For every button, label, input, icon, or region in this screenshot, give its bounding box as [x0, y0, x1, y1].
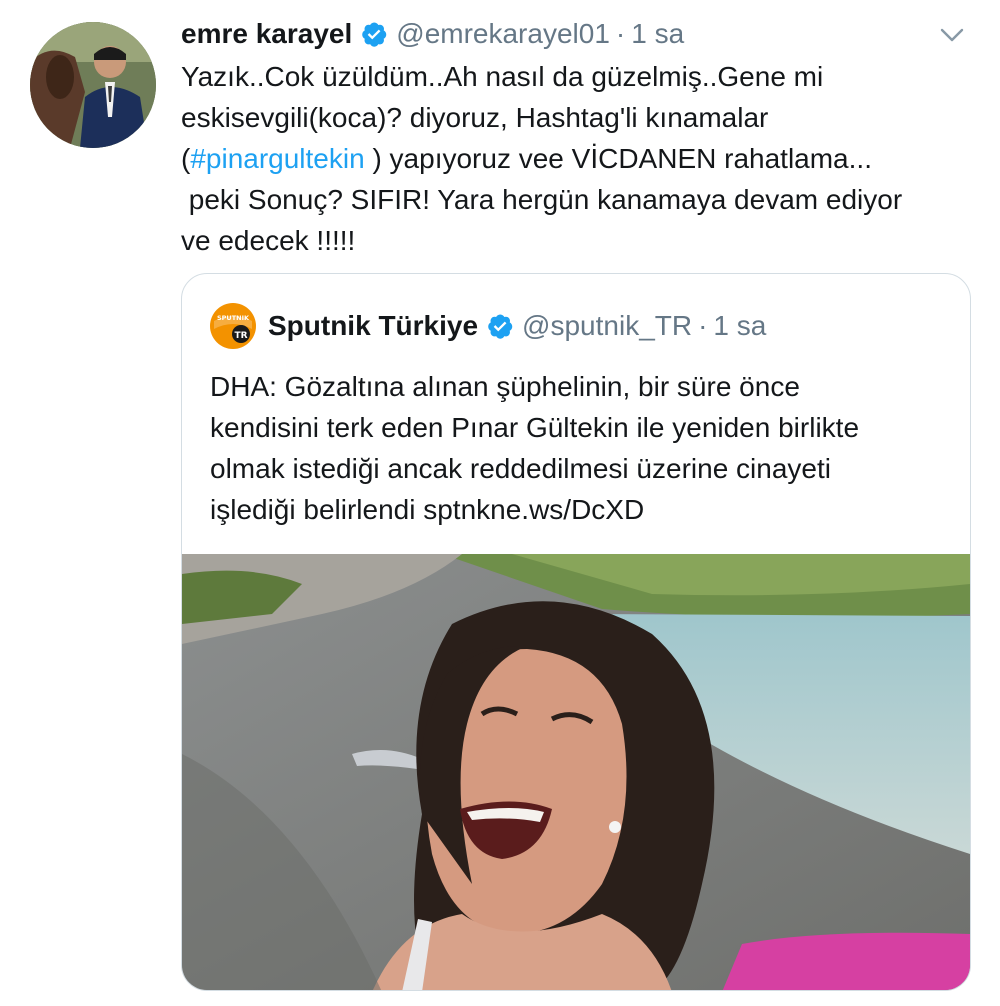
verified-badge-icon [362, 22, 387, 47]
sputnik-logo-avatar[interactable]: SPUTNIK TR [210, 303, 256, 349]
separator-dot: · [698, 310, 708, 341]
sputnik-logo-tr: TR [234, 331, 247, 341]
tweet-line: peki Sonuç? SIFIR! Yara hergün kanamaya … [181, 184, 903, 215]
tweet-line: (#pinargultekin ) yapıyoruz vee VİCDANEN… [181, 138, 981, 179]
hashtag-link[interactable]: #pinargultekin [190, 143, 364, 174]
author-display-name[interactable]: emre karayel [181, 18, 352, 50]
tweet-header: emre karayel @emrekarayel01 · 1 sa [181, 14, 970, 54]
tweet-line: Yazık..Cok üzüldüm..Ah nasıl da güzelmiş… [181, 61, 824, 92]
quoted-display-name[interactable]: Sputnik Türkiye [268, 310, 478, 342]
tweet-text-fragment: ) yapıyoruz vee VİCDANEN rahatlama... [364, 143, 872, 174]
tweet-line: eskisevgili(koca)? diyoruz, Hashtag'li k… [181, 102, 769, 133]
sputnik-logo-wordmark: SPUTNIK [217, 314, 250, 322]
chevron-down-icon[interactable] [937, 20, 967, 50]
tweet-text-fragment: ( [181, 143, 191, 174]
tweet-timestamp[interactable]: 1 sa [631, 18, 684, 50]
quoted-tweet-header: SPUTNIK TR Sputnik Türkiye @sputnik_TR ·… [210, 303, 766, 349]
quoted-line: kendisini terk eden Pınar Gültekin ile y… [210, 412, 860, 443]
quoted-timestamp[interactable]: 1 sa [713, 310, 766, 342]
verified-badge-icon [488, 314, 513, 339]
tweet-body: Yazık..Cok üzüldüm..Ah nasıl da güzelmiş… [181, 56, 981, 261]
quoted-handle[interactable]: @sputnik_TR [522, 310, 692, 342]
quoted-tweet-photo[interactable] [182, 554, 970, 991]
tweet-line: ve edecek !!!!! [181, 225, 356, 256]
author-avatar[interactable] [30, 22, 156, 148]
quoted-tweet-body: DHA: Gözaltına alınan şüphelinin, bir sü… [210, 366, 950, 530]
separator-dot: · [615, 18, 626, 49]
quoted-line[interactable]: işlediği belirlendi sptnkne.ws/DcXD [210, 489, 950, 530]
quoted-line: DHA: Gözaltına alınan şüphelinin, bir sü… [210, 371, 800, 402]
quoted-line: olmak istediği ancak reddedilmesi üzerin… [210, 453, 831, 484]
quoted-tweet-card[interactable]: SPUTNIK TR Sputnik Türkiye @sputnik_TR ·… [181, 273, 971, 991]
author-handle[interactable]: @emrekarayel01 [396, 18, 610, 50]
